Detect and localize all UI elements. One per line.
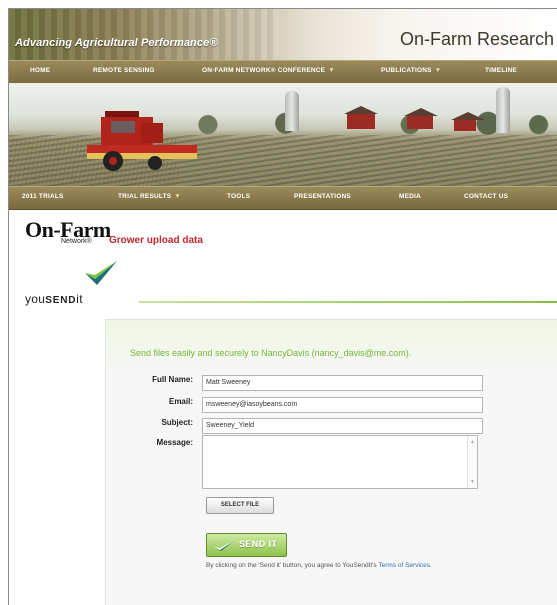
top-navigation: HOME REMOTE SENSING ON-FARM NETWORK® CON… <box>9 60 557 84</box>
nav-home[interactable]: HOME <box>30 67 50 74</box>
site-tagline: Advancing Agricultural Performance® <box>15 37 218 49</box>
scroll-up-arrow-icon[interactable]: ▲ <box>470 439 475 445</box>
subject-input[interactable]: Sweeney_Yield <box>202 418 483 434</box>
yousendit-logo: youSENDit <box>25 292 83 306</box>
email-label: Email: <box>168 397 193 406</box>
nav-presentations[interactable]: PRESENTATIONS <box>294 193 351 200</box>
silo <box>285 91 299 131</box>
send-to-heading: Send files easily and securely to NancyD… <box>130 348 412 358</box>
nav-media[interactable]: MEDIA <box>399 193 421 200</box>
hero-farm-image <box>9 83 557 186</box>
silo <box>496 87 510 133</box>
on-farm-network-logo-sub: Network® <box>61 238 92 245</box>
subject-label: Subject: <box>161 418 193 427</box>
nav-contact-us[interactable]: CONTACT US <box>464 193 508 200</box>
message-textarea[interactable]: ▲ ▼ <box>202 435 478 489</box>
section-navigation: 2011 TRIALS TRIAL RESULTS ▼ TOOLS PRESENT… <box>9 186 557 210</box>
paper-plane-icon <box>213 540 235 551</box>
nav-trial-results[interactable]: TRIAL RESULTS ▼ <box>118 193 181 200</box>
site-title: On-Farm Research <box>399 29 554 49</box>
browser-viewport: Advancing Agricultural Performance® On-F… <box>8 8 557 605</box>
logo-divider <box>139 301 557 303</box>
nav-timeline[interactable]: TIMELINE <box>485 67 517 74</box>
chevron-down-icon: ▼ <box>174 193 181 200</box>
message-scrollbar[interactable]: ▲ ▼ <box>467 436 477 488</box>
email-input[interactable]: msweeney@iasoybeans.com <box>202 397 483 413</box>
message-label: Message: <box>156 438 193 447</box>
page-title: Grower upload data <box>109 235 203 246</box>
barn <box>344 106 378 129</box>
select-file-button[interactable]: SELECT FILE <box>206 497 274 514</box>
chevron-down-icon: ▼ <box>328 67 335 74</box>
terms-agreement: By clicking on the 'Send it' button, you… <box>206 562 432 569</box>
send-it-button[interactable]: SEND IT <box>206 533 287 557</box>
combine-harvester-image <box>87 111 197 171</box>
nav-remote-sensing[interactable]: REMOTE SENSING <box>93 67 155 74</box>
site-header-banner: Advancing Agricultural Performance® On-F… <box>9 9 557 60</box>
banner-texture <box>9 9 279 60</box>
barn <box>451 112 485 131</box>
nav-2011-trials[interactable]: 2011 TRIALS <box>22 193 64 200</box>
nav-on-farm-network-conference[interactable]: ON-FARM NETWORK® CONFERENCE ▼ <box>202 67 335 74</box>
barn <box>404 108 438 129</box>
nav-publications[interactable]: PUBLICATIONS ▼ <box>381 67 441 74</box>
send-it-label: SEND IT <box>239 539 278 549</box>
full-name-label: Full Name: <box>152 375 193 384</box>
scroll-down-arrow-icon[interactable]: ▼ <box>470 479 475 485</box>
yousendit-check-icon <box>85 261 117 285</box>
nav-tools[interactable]: TOOLS <box>227 193 250 200</box>
chevron-down-icon: ▼ <box>434 67 442 74</box>
full-name-input[interactable]: Matt Sweeney <box>202 375 483 391</box>
terms-of-service-link[interactable]: Terms of Services. <box>378 562 431 569</box>
